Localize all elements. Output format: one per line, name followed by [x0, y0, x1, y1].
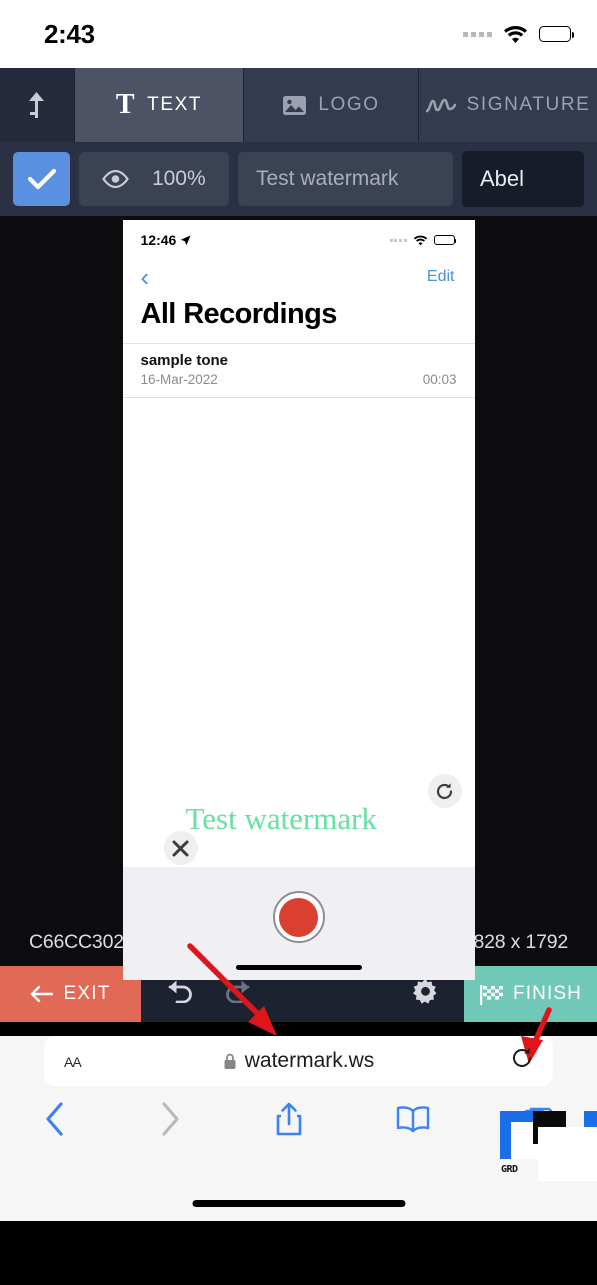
bookmarks-icon[interactable]: [396, 1105, 430, 1138]
preview-nav-bar: ‹ Edit: [123, 260, 475, 292]
image-icon: [283, 95, 307, 115]
browser-back-button[interactable]: [44, 1101, 66, 1142]
watermark-text-value: Test watermark: [256, 167, 399, 190]
tab-logo[interactable]: LOGO: [244, 68, 419, 142]
watermark-object[interactable]: Test watermark: [163, 774, 462, 865]
battery-icon: [539, 26, 575, 42]
signal-dots-icon: [389, 238, 407, 242]
recording-date: 16-Mar-2022: [140, 372, 218, 387]
font-name: Abel: [480, 166, 525, 191]
finish-button[interactable]: FINISH: [464, 966, 597, 1022]
recording-list-item[interactable]: sample tone 16-Mar-2022 00:03: [122, 343, 475, 398]
home-indicator: [235, 965, 362, 970]
preview-status-indicators: [389, 234, 457, 246]
preview-status-bar: 12:46: [123, 220, 475, 260]
text-options-row: 100% Test watermark Abel: [0, 142, 597, 216]
preview-footer: [122, 867, 475, 980]
editor-canvas[interactable]: 12:46 ‹ Edit All Recordings sample tone …: [0, 216, 597, 1036]
status-bar-indicators: [463, 25, 575, 44]
tab-signature-label: SIGNATURE: [466, 94, 591, 115]
tab-logo-label: LOGO: [318, 94, 380, 115]
device-status-bar: 2:43: [0, 0, 597, 68]
rotate-icon[interactable]: [427, 774, 462, 808]
image-preview[interactable]: 12:46 ‹ Edit All Recordings sample tone …: [122, 220, 475, 980]
watermark-label: Test watermark: [185, 801, 378, 836]
url-text: watermark.ws: [244, 1049, 375, 1072]
opacity-value: 100%: [151, 167, 206, 190]
tab-text[interactable]: T TEXT: [75, 68, 244, 142]
exit-button[interactable]: EXIT: [0, 966, 141, 1022]
close-icon[interactable]: [163, 831, 198, 865]
checkered-flag-icon: [480, 984, 504, 1005]
undo-icon[interactable]: [167, 978, 194, 1010]
editor-tab-bar: T TEXT LOGO SIGNATURE: [0, 68, 597, 142]
exit-label: EXIT: [63, 983, 111, 1004]
battery-icon: [433, 234, 457, 246]
page-title: All Recordings: [140, 298, 338, 330]
recording-name: sample tone: [140, 352, 229, 369]
edit-button[interactable]: Edit: [427, 268, 455, 286]
gear-icon[interactable]: [413, 979, 438, 1009]
share-icon[interactable]: [275, 1101, 303, 1142]
logo-text: GRD: [501, 1164, 518, 1175]
preview-time: 12:46: [141, 232, 192, 248]
signature-icon: [425, 98, 456, 113]
recording-duration: 00:03: [422, 372, 457, 387]
status-bar-time: 2:43: [44, 18, 95, 49]
address-bar[interactable]: AA watermark.ws: [44, 1036, 553, 1086]
safari-browser-chrome: AA watermark.ws GRD: [0, 1036, 597, 1221]
site-logo-watermark: GRD: [500, 1111, 597, 1181]
text-t-icon: T: [115, 89, 137, 120]
chevron-left-icon[interactable]: ‹: [141, 264, 150, 290]
url-display: watermark.ws: [44, 1049, 553, 1073]
wifi-icon: [413, 235, 427, 245]
opacity-control[interactable]: 100%: [79, 152, 229, 206]
record-button[interactable]: [272, 891, 325, 943]
finish-label: FINISH: [513, 983, 582, 1004]
lock-icon: [224, 1053, 236, 1069]
home-indicator: [192, 1200, 405, 1207]
redo-icon: [224, 978, 251, 1010]
wifi-icon: [503, 25, 528, 44]
font-selector[interactable]: Abel: [462, 151, 584, 207]
watermark-enabled-checkbox[interactable]: [13, 152, 70, 206]
eye-icon: [102, 170, 130, 188]
tab-text-label: TEXT: [147, 94, 203, 115]
signal-dots-icon: [463, 31, 492, 37]
upload-arrow-icon: [29, 92, 44, 118]
tab-signature[interactable]: SIGNATURE: [419, 68, 597, 142]
checkmark-icon: [27, 168, 56, 190]
location-arrow-icon: [181, 235, 191, 245]
arrow-left-icon: [31, 986, 54, 1002]
recording-meta: 16-Mar-2022 00:03: [141, 372, 457, 387]
tab-upload[interactable]: [0, 68, 75, 142]
reload-icon[interactable]: [511, 1047, 533, 1075]
watermark-text-input[interactable]: Test watermark: [238, 152, 453, 206]
browser-forward-button: [159, 1101, 181, 1142]
